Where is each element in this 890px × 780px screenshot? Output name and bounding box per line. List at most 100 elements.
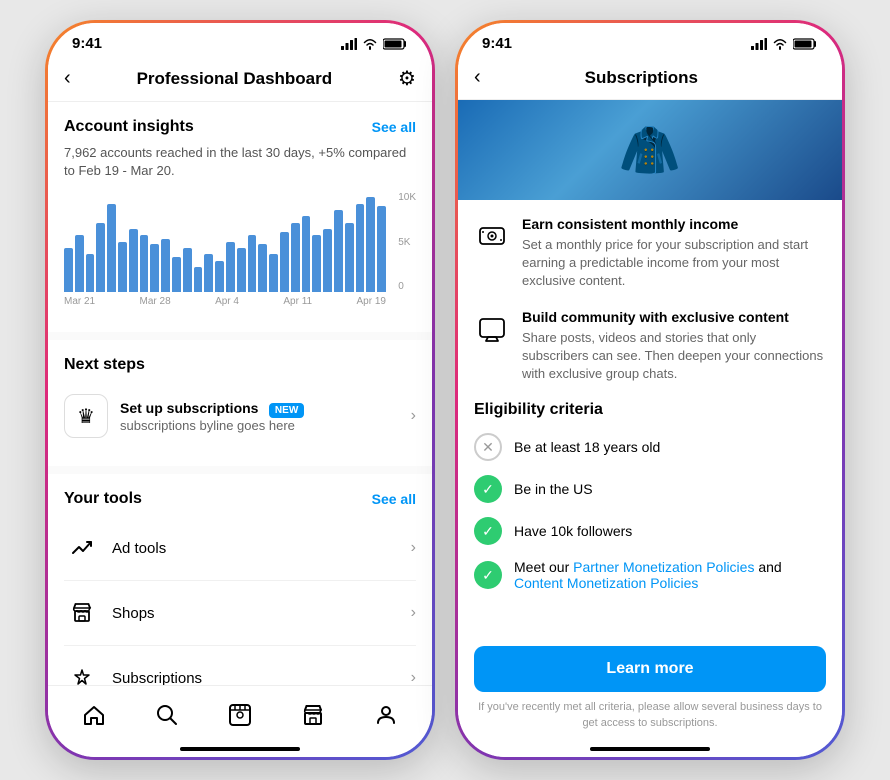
page-title-left: Professional Dashboard [137, 69, 333, 89]
next-steps-section: Next steps ♛ Set up subscriptions NEW su… [48, 340, 432, 466]
feature-item-income: Earn consistent monthly income Set a mon… [474, 216, 826, 291]
back-button-right[interactable]: ‹ [474, 66, 481, 89]
criteria-followers-icon: ✓ [474, 517, 502, 545]
nav-header-right: ‹ Subscriptions [458, 56, 842, 100]
chart-bar [258, 244, 267, 292]
status-time-left: 9:41 [72, 35, 102, 52]
chart-bar [215, 261, 224, 293]
settings-icon-left[interactable]: ⚙ [398, 66, 416, 91]
chart-y-labels: 10K 5K 0 [398, 192, 416, 292]
insights-title: Account insights [64, 118, 194, 136]
tool-item-shops[interactable]: Shops › [64, 581, 416, 646]
new-badge: NEW [269, 403, 304, 418]
shops-name: Shops [112, 605, 403, 622]
status-icons-right [751, 38, 818, 50]
home-indicator-left [180, 747, 300, 751]
subscriptions-step-item[interactable]: ♛ Set up subscriptions NEW subscriptions… [64, 382, 416, 450]
chart-bar [183, 248, 192, 292]
subs-bottom: Learn more If you've recently met all cr… [458, 638, 842, 757]
ad-tools-name: Ad tools [112, 540, 403, 557]
right-screen: 9:41 [458, 23, 842, 757]
chevron-shops: › [411, 604, 416, 622]
chart-bar [107, 204, 116, 293]
criteria-policies: ✓ Meet our Partner Monetization Policies… [474, 559, 826, 591]
subscriptions-step-byline: subscriptions byline goes here [120, 418, 403, 433]
chart-bar [280, 232, 289, 293]
chart-bar [204, 254, 213, 292]
subscriptions-step-title: Set up subscriptions [120, 400, 258, 416]
home-indicator-right [590, 747, 710, 751]
tools-title: Your tools [64, 490, 142, 508]
chart-bar [345, 223, 354, 293]
chart-bar [356, 204, 365, 293]
wifi-icon [362, 38, 378, 50]
criteria-us-icon: ✓ [474, 475, 502, 503]
nav-reels[interactable] [220, 695, 260, 735]
income-icon [474, 218, 510, 254]
shops-icon [64, 595, 100, 631]
left-screen: 9:41 [48, 23, 432, 757]
status-icons-left [341, 38, 408, 50]
chart-bar [75, 235, 84, 292]
chart-bar [150, 244, 159, 292]
eligibility-title: Eligibility criteria [474, 401, 826, 419]
nav-profile[interactable] [366, 695, 406, 735]
chart-bar [96, 223, 105, 293]
insights-chart: 10K 5K 0 Mar 21 Mar 28 Apr 4 Apr 11 Apr … [64, 192, 416, 312]
chart-bar [366, 197, 375, 292]
subscriptions-step-content: Set up subscriptions NEW subscriptions b… [120, 400, 403, 433]
chevron-icon-step: › [411, 407, 416, 425]
chart-bar [312, 235, 321, 292]
feature-text-income: Earn consistent monthly income Set a mon… [522, 216, 826, 291]
product-img-inner: 🧥 [458, 100, 842, 200]
subscriptions-step-icon: ♛ [64, 394, 108, 438]
chart-bar [291, 223, 300, 293]
insights-header: Account insights See all [64, 118, 416, 136]
chart-bar [118, 242, 127, 293]
criteria-us-text: Be in the US [514, 481, 593, 497]
tools-header: Your tools See all [64, 490, 416, 508]
chart-bar [129, 229, 138, 292]
chart-bar [377, 206, 386, 292]
insights-section: Account insights See all 7,962 accounts … [48, 102, 432, 332]
chart-bar [194, 267, 203, 292]
chart-bar [140, 235, 149, 292]
status-bar-left: 9:41 [48, 23, 432, 56]
criteria-policies-text: Meet our Partner Monetization Policies a… [514, 559, 826, 591]
tool-item-ad-tools[interactable]: Ad tools › [64, 516, 416, 581]
status-time-right: 9:41 [482, 35, 512, 52]
nav-search[interactable] [147, 695, 187, 735]
chart-bar [323, 229, 332, 292]
nav-header-left: ‹ Professional Dashboard ⚙ [48, 56, 432, 102]
chart-bar [64, 248, 73, 292]
scroll-content-left: Account insights See all 7,962 accounts … [48, 102, 432, 716]
community-desc: Share posts, videos and stories that onl… [522, 329, 826, 384]
criteria-age-text: Be at least 18 years old [514, 439, 660, 455]
ad-tools-icon [64, 530, 100, 566]
chart-bar [248, 235, 257, 292]
criteria-us: ✓ Be in the US [474, 475, 826, 503]
partner-monetization-link[interactable]: Partner Monetization Policies [573, 559, 754, 575]
chart-bar [172, 257, 181, 292]
insights-see-all[interactable]: See all [372, 119, 416, 135]
signal-icon [341, 38, 357, 50]
feature-item-community: Build community with exclusive content S… [474, 309, 826, 384]
learn-more-button[interactable]: Learn more [474, 646, 826, 692]
chart-bar [237, 248, 246, 292]
community-title: Build community with exclusive content [522, 309, 826, 325]
criteria-age: ✕ Be at least 18 years old [474, 433, 826, 461]
nav-home[interactable] [74, 695, 114, 735]
battery-icon [383, 38, 408, 50]
tools-see-all[interactable]: See all [372, 491, 416, 507]
chart-bar [334, 210, 343, 292]
income-desc: Set a monthly price for your subscriptio… [522, 236, 826, 291]
wifi-icon-right [772, 38, 788, 50]
chart-bar [226, 242, 235, 293]
nav-shop[interactable] [293, 695, 333, 735]
battery-icon-right [793, 38, 818, 50]
back-button-left[interactable]: ‹ [64, 67, 71, 90]
content-monetization-link[interactable]: Content Monetization Policies [514, 575, 698, 591]
next-steps-title: Next steps [64, 356, 145, 374]
criteria-followers: ✓ Have 10k followers [474, 517, 826, 545]
product-image: 🧥 [458, 100, 842, 200]
